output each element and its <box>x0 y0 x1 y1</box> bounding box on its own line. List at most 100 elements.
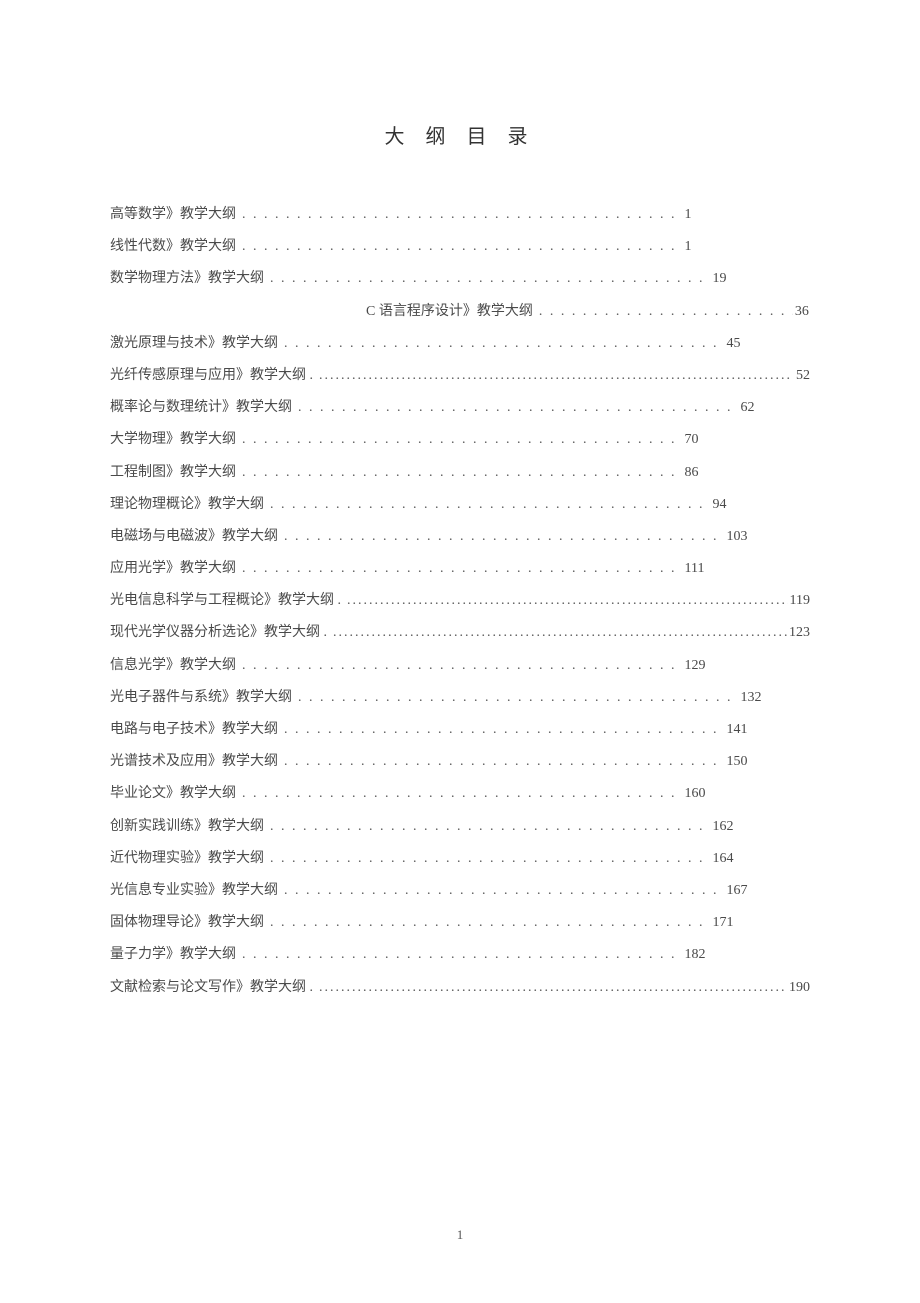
toc-entry: 固体物理导论》教学大纲 . . . . . . . . . . . . . . … <box>110 907 810 939</box>
toc-entry-page: 1 <box>683 199 692 231</box>
toc-entry-label: 概率论与数理统计》教学大纲 <box>110 392 292 424</box>
toc-entry-label: 固体物理导论》教学大纲 <box>110 907 264 939</box>
toc-leader: . . . . . . . . . . . . . . . . . . . . … <box>264 811 711 843</box>
toc-leader: . . . . . . . . . . . . . . . . . . . . … <box>264 907 711 939</box>
page-number: 1 <box>0 1227 920 1243</box>
toc-entry-page: 19 <box>711 263 727 295</box>
toc-entry-page: 123 <box>787 617 810 649</box>
toc-entry-page: 70 <box>683 424 699 456</box>
toc-entry-label: 信息光学》教学大纲 <box>110 650 236 682</box>
toc-entry-label: 电磁场与电磁波》教学大纲 <box>110 521 278 553</box>
toc-entry: 光电信息科学与工程概论》教学大纲 .......................… <box>110 585 810 617</box>
toc-entry-page: 103 <box>725 521 748 553</box>
toc-entry-page: 190 <box>787 972 810 1004</box>
toc-entry: 光电子器件与系统》教学大纲 . . . . . . . . . . . . . … <box>110 682 810 714</box>
toc-entry-label: C 语言程序设计》教学大纲 <box>366 296 533 328</box>
toc-entry-page: 86 <box>683 457 699 489</box>
toc-leader: . . . . . . . . . . . . . . . . . . . . … <box>236 553 683 585</box>
toc-entry-page: 36 <box>793 296 809 328</box>
toc-leader: . . . . . . . . . . . . . . . . . . . . … <box>236 231 683 263</box>
toc-entry: 光纤传感原理与应用》教学大纲 .........................… <box>110 360 810 392</box>
toc-entry-label: 应用光学》教学大纲 <box>110 553 236 585</box>
toc-entry: 应用光学》教学大纲 . . . . . . . . . . . . . . . … <box>110 553 810 585</box>
toc-leader: . . . . . . . . . . . . . . . . . . . . … <box>236 650 683 682</box>
toc-entry: 文献检索与论文写作》教学大纲 .........................… <box>110 972 810 1004</box>
toc-leader: . . . . . . . . . . . . . . . . . . . . … <box>278 714 725 746</box>
toc-entry: 电路与电子技术》教学大纲 . . . . . . . . . . . . . .… <box>110 714 810 746</box>
toc-entry-label: 光纤传感原理与应用》教学大纲 . <box>110 360 313 392</box>
toc-entry: 毕业论文》教学大纲 . . . . . . . . . . . . . . . … <box>110 778 810 810</box>
toc-entry-page: 167 <box>725 875 748 907</box>
table-of-contents: 高等数学》教学大纲 . . . . . . . . . . . . . . . … <box>110 199 810 1004</box>
toc-entry-label: 激光原理与技术》教学大纲 <box>110 328 278 360</box>
toc-leader: . . . . . . . . . . . . . . . . . . . . … <box>236 939 683 971</box>
toc-entry-label: 光电信息科学与工程概论》教学大纲 . <box>110 585 341 617</box>
toc-entry-page: 119 <box>788 585 810 617</box>
toc-leader: . . . . . . . . . . . . . . . . . . . . … <box>236 457 683 489</box>
toc-leader: . . . . . . . . . . . . . . . . . . . . … <box>278 328 725 360</box>
toc-entry: 量子力学》教学大纲 . . . . . . . . . . . . . . . … <box>110 939 810 971</box>
toc-entry: 激光原理与技术》教学大纲 . . . . . . . . . . . . . .… <box>110 328 810 360</box>
toc-entry-page: 182 <box>683 939 706 971</box>
toc-leader: . . . . . . . . . . . . . . . . . . . . … <box>292 392 739 424</box>
toc-entry-page: 94 <box>711 489 727 521</box>
toc-entry-page: 162 <box>711 811 734 843</box>
toc-entry-label: 光电子器件与系统》教学大纲 <box>110 682 292 714</box>
toc-leader: . . . . . . . . . . . . . . . . . . . . … <box>533 296 793 328</box>
toc-entry-page: 132 <box>739 682 762 714</box>
toc-leader: . . . . . . . . . . . . . . . . . . . . … <box>236 778 683 810</box>
toc-entry-label: 光信息专业实验》教学大纲 <box>110 875 278 907</box>
toc-entry-label: 现代光学仪器分析选论》教学大纲 . <box>110 617 327 649</box>
toc-entry: 光谱技术及应用》教学大纲 . . . . . . . . . . . . . .… <box>110 746 810 778</box>
toc-entry-page: 171 <box>711 907 734 939</box>
toc-entry-label: 高等数学》教学大纲 <box>110 199 236 231</box>
toc-entry-label: 创新实践训练》教学大纲 <box>110 811 264 843</box>
toc-entry: 高等数学》教学大纲 . . . . . . . . . . . . . . . … <box>110 199 810 231</box>
toc-entry: 数学物理方法》教学大纲 . . . . . . . . . . . . . . … <box>110 263 810 295</box>
toc-entry-page: 52 <box>794 360 810 392</box>
toc-leader: ........................................… <box>327 617 787 649</box>
toc-entry-page: 141 <box>725 714 748 746</box>
toc-entry: 理论物理概论》教学大纲 . . . . . . . . . . . . . . … <box>110 489 810 521</box>
toc-entry: 现代光学仪器分析选论》教学大纲 ........................… <box>110 617 810 649</box>
toc-entry: 创新实践训练》教学大纲 . . . . . . . . . . . . . . … <box>110 811 810 843</box>
toc-entry: 工程制图》教学大纲 . . . . . . . . . . . . . . . … <box>110 457 810 489</box>
toc-entry-label: 线性代数》教学大纲 <box>110 231 236 263</box>
toc-entry: 大学物理》教学大纲 . . . . . . . . . . . . . . . … <box>110 424 810 456</box>
toc-leader: ........................................… <box>313 972 787 1004</box>
toc-entry-label: 工程制图》教学大纲 <box>110 457 236 489</box>
toc-leader: . . . . . . . . . . . . . . . . . . . . … <box>264 489 711 521</box>
toc-entry-page: 1 <box>683 231 692 263</box>
toc-leader: . . . . . . . . . . . . . . . . . . . . … <box>278 875 725 907</box>
toc-entry-page: 62 <box>739 392 755 424</box>
toc-leader: . . . . . . . . . . . . . . . . . . . . … <box>236 199 683 231</box>
toc-leader: . . . . . . . . . . . . . . . . . . . . … <box>278 746 725 778</box>
toc-entry-label: 近代物理实验》教学大纲 <box>110 843 264 875</box>
document-title: 大 纲 目 录 <box>110 120 810 149</box>
toc-entry-label: 文献检索与论文写作》教学大纲 . <box>110 972 313 1004</box>
toc-entry-page: 111 <box>683 553 705 585</box>
toc-leader: . . . . . . . . . . . . . . . . . . . . … <box>236 424 683 456</box>
toc-entry-page: 150 <box>725 746 748 778</box>
toc-entry-page: 160 <box>683 778 706 810</box>
toc-entry-label: 光谱技术及应用》教学大纲 <box>110 746 278 778</box>
toc-entry-label: 电路与电子技术》教学大纲 <box>110 714 278 746</box>
toc-entry-page: 129 <box>683 650 706 682</box>
toc-entry: 光信息专业实验》教学大纲 . . . . . . . . . . . . . .… <box>110 875 810 907</box>
toc-leader: . . . . . . . . . . . . . . . . . . . . … <box>264 843 711 875</box>
toc-leader: ........................................… <box>313 360 794 392</box>
toc-leader: . . . . . . . . . . . . . . . . . . . . … <box>278 521 725 553</box>
toc-entry: C 语言程序设计》教学大纲 . . . . . . . . . . . . . … <box>110 296 810 328</box>
toc-entry-page: 164 <box>711 843 734 875</box>
toc-entry-page: 45 <box>725 328 741 360</box>
toc-leader: ........................................… <box>341 585 788 617</box>
toc-entry: 近代物理实验》教学大纲 . . . . . . . . . . . . . . … <box>110 843 810 875</box>
toc-entry-label: 大学物理》教学大纲 <box>110 424 236 456</box>
toc-entry: 线性代数》教学大纲 . . . . . . . . . . . . . . . … <box>110 231 810 263</box>
toc-entry-label: 理论物理概论》教学大纲 <box>110 489 264 521</box>
toc-leader: . . . . . . . . . . . . . . . . . . . . … <box>264 263 711 295</box>
toc-entry: 概率论与数理统计》教学大纲 . . . . . . . . . . . . . … <box>110 392 810 424</box>
toc-leader: . . . . . . . . . . . . . . . . . . . . … <box>292 682 739 714</box>
toc-entry-label: 毕业论文》教学大纲 <box>110 778 236 810</box>
toc-entry: 电磁场与电磁波》教学大纲 . . . . . . . . . . . . . .… <box>110 521 810 553</box>
